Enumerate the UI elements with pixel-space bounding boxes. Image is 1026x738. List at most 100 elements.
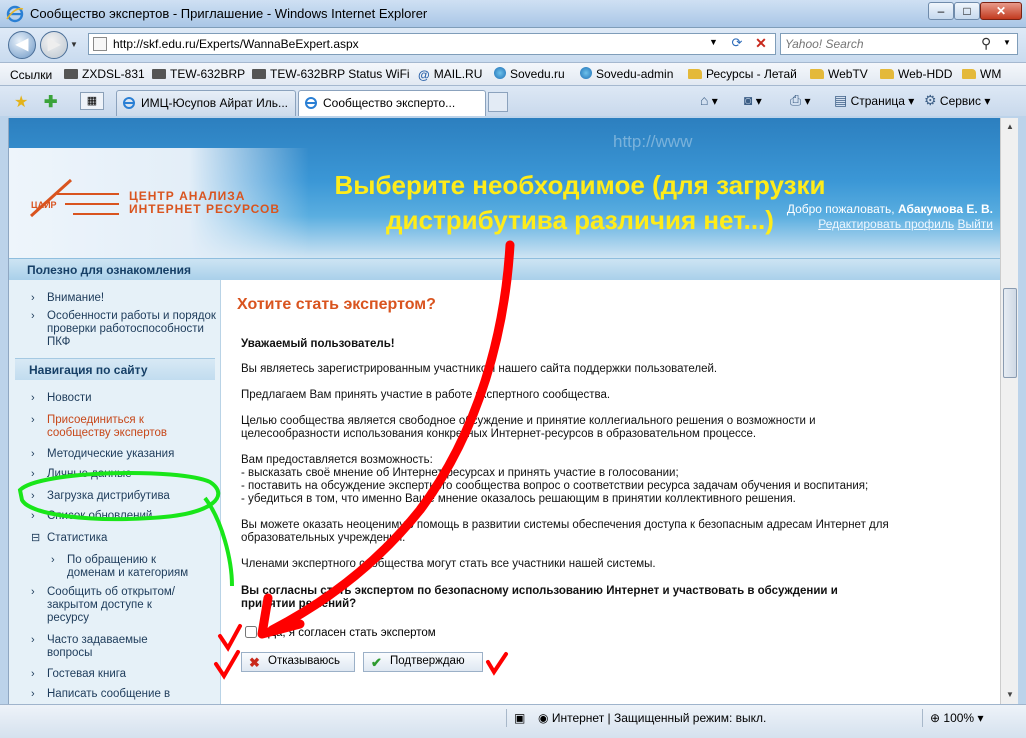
- quick-tabs-icon[interactable]: ▦: [80, 92, 104, 110]
- scroll-up-icon[interactable]: ▲: [1002, 119, 1018, 135]
- useful-header: Полезно для ознакомления: [9, 258, 1000, 280]
- link-webhdd[interactable]: Web-HDD: [880, 67, 952, 81]
- router-icon: [152, 69, 166, 79]
- search-dropdown-icon[interactable]: ▼: [1003, 38, 1011, 47]
- globe-icon: [494, 67, 506, 79]
- router-icon: [64, 69, 78, 79]
- link-webtv[interactable]: WebTV: [810, 67, 868, 81]
- sidebar-item-download[interactable]: › Загрузка дистрибутива: [19, 490, 215, 503]
- address-field[interactable]: http://skf.edu.ru/Experts/WannaBeExpert.…: [88, 33, 776, 55]
- site-banner: ЦАИР ЦЕНТР АНАЛИЗА ИНТЕРНЕТ РЕСУРСОВ htt…: [9, 118, 1000, 258]
- home-button[interactable]: ⌂ ▾: [700, 92, 718, 108]
- new-tab-button[interactable]: [488, 92, 508, 112]
- confirm-button[interactable]: ✔ Подтверждаю: [363, 652, 483, 672]
- paragraph-help: Вы можете оказать неоценимую помощь в ра…: [241, 519, 889, 544]
- url-text[interactable]: http://skf.edu.ru/Experts/WannaBeExpert.…: [113, 37, 359, 51]
- link-tew1[interactable]: TEW-632BRP: [152, 67, 245, 81]
- paragraph-registered: Вы являетесь зарегистрированным участник…: [241, 363, 718, 375]
- status-divider: [922, 709, 923, 727]
- zoom-control[interactable]: ⊕ 100% ▾: [930, 711, 983, 725]
- close-button[interactable]: ✕: [980, 2, 1022, 20]
- back-button[interactable]: ◀: [8, 31, 36, 59]
- ie-logo-icon: [6, 5, 24, 23]
- site-logo-icon: [29, 178, 119, 218]
- sidebar-item-features[interactable]: › Особенности работы и порядок проверки р…: [19, 310, 219, 349]
- link-sovedu-admin[interactable]: Sovedu-admin: [580, 67, 673, 81]
- status-zone[interactable]: ◉ Интернет | Защищенный режим: выкл.: [538, 711, 766, 725]
- link-mailru[interactable]: @ MAIL.RU: [418, 67, 482, 82]
- sidebar-item-faq[interactable]: › Часто задаваемые вопросы: [19, 634, 179, 660]
- sidebar-item-attention[interactable]: › Внимание!: [19, 292, 215, 305]
- logo-abbr: ЦАИР: [31, 200, 57, 210]
- favorites-star-icon[interactable]: ★: [14, 92, 28, 112]
- logout-link[interactable]: Выйти: [957, 217, 993, 231]
- search-box[interactable]: ⚲ ▼: [780, 33, 1018, 55]
- chevron-right-icon: ›: [31, 634, 35, 646]
- folder-icon: [962, 69, 976, 79]
- link-zxdsl[interactable]: ZXDSL-831: [64, 67, 145, 81]
- chevron-right-icon: ›: [31, 586, 35, 598]
- link-resources[interactable]: Ресурсы - Летай: [688, 67, 797, 81]
- scroll-down-icon[interactable]: ▼: [1002, 687, 1018, 703]
- sidebar-item-statistics[interactable]: ⊟ Статистика: [19, 532, 215, 545]
- sidebar-item-updates[interactable]: › Список обновлений: [19, 510, 215, 523]
- minimize-button[interactable]: –: [928, 2, 954, 20]
- decline-button[interactable]: ✖ Отказываюсь: [241, 652, 355, 672]
- agree-checkbox[interactable]: [245, 626, 257, 638]
- add-favorite-icon[interactable]: ✚: [44, 92, 57, 112]
- chevron-right-icon: ›: [31, 468, 35, 480]
- sidebar-item-message[interactable]: › Написать сообщение в: [19, 688, 215, 701]
- paragraph-goal: Целью сообщества является свободное обсу…: [241, 415, 816, 440]
- search-icon[interactable]: ⚲: [981, 35, 991, 52]
- check-icon: ✔: [371, 655, 382, 670]
- link-tew2[interactable]: TEW-632BRP Status WiFi: [252, 67, 410, 81]
- agree-label[interactable]: Да, я согласен стать экспертом: [268, 627, 435, 639]
- link-wm[interactable]: WM: [962, 67, 1001, 81]
- edit-profile-link[interactable]: Редактировать профиль: [818, 217, 954, 231]
- sidebar-item-news[interactable]: › Новости: [19, 392, 215, 405]
- logo-text: ЦЕНТР АНАЛИЗА ИНТЕРНЕТ РЕСУРСОВ: [129, 189, 281, 216]
- refresh-icon[interactable]: ⟳: [727, 35, 747, 53]
- sidebar-item-join[interactable]: › Присоединиться к сообществу экспертов: [19, 414, 199, 440]
- print-button[interactable]: ⎙ ▾: [790, 92, 811, 109]
- chevron-right-icon: ›: [31, 310, 35, 322]
- tab-experts[interactable]: Сообщество эксперто...: [298, 90, 486, 116]
- page-menu[interactable]: ▤ Страница ▾: [834, 92, 914, 109]
- tab-imc[interactable]: ИМЦ-Юсупов Айрат Иль...: [116, 90, 296, 116]
- greeting: Уважаемый пользователь!: [241, 338, 395, 350]
- chevron-right-icon: ›: [31, 490, 35, 502]
- agree-row: Да, я согласен стать экспертом: [245, 626, 436, 639]
- ie-page-icon: [305, 97, 317, 109]
- chevron-right-icon: ›: [31, 448, 35, 460]
- chevron-right-icon: ›: [31, 668, 35, 680]
- sidebar-item-personal[interactable]: › Личные данные: [19, 468, 215, 481]
- forward-button[interactable]: ▶: [40, 31, 68, 59]
- maximize-button[interactable]: □: [954, 2, 980, 20]
- stop-icon[interactable]: ✕: [751, 35, 771, 53]
- globe-icon: [580, 67, 592, 79]
- link-sovedu[interactable]: Sovedu.ru: [494, 67, 565, 81]
- sidebar-item-guidelines[interactable]: › Методические указания: [19, 448, 215, 461]
- history-dropdown-icon[interactable]: ▼: [70, 40, 78, 49]
- search-input[interactable]: [785, 36, 975, 52]
- page-icon: ▤: [834, 92, 848, 108]
- sidebar-item-report[interactable]: › Сообщить об открытом/закрытом доступе к…: [19, 586, 189, 625]
- question: Вы согласны стать экспертом по безопасно…: [241, 585, 838, 610]
- vertical-scrollbar[interactable]: ▲ ▼: [1000, 118, 1018, 704]
- zoom-icon: ⊕: [930, 711, 941, 725]
- user-name: Абакумова Е. В.: [897, 202, 993, 216]
- feeds-button[interactable]: ◙ ▾: [744, 92, 762, 108]
- home-icon: ⌂: [700, 92, 709, 108]
- web-page: ЦАИР ЦЕНТР АНАЛИЗА ИНТЕРНЕТ РЕСУРСОВ htt…: [8, 118, 1000, 704]
- status-divider: [506, 709, 507, 727]
- chevron-right-icon: ›: [31, 392, 35, 404]
- folder-icon: [810, 69, 824, 79]
- sidebar-item-guestbook[interactable]: › Гостевая книга: [19, 668, 215, 681]
- url-dropdown-icon[interactable]: ▼: [709, 37, 718, 47]
- window-titlebar: Сообщество экспертов - Приглашение - Win…: [0, 0, 1026, 28]
- ie-page-icon: [123, 97, 135, 109]
- globe-icon: ◉: [538, 711, 549, 725]
- sidebar-item-domains[interactable]: › По обращению к доменам и категориям: [19, 554, 199, 580]
- tools-menu[interactable]: ⚙ Сервис ▾: [924, 92, 990, 109]
- scroll-thumb[interactable]: [1003, 288, 1017, 378]
